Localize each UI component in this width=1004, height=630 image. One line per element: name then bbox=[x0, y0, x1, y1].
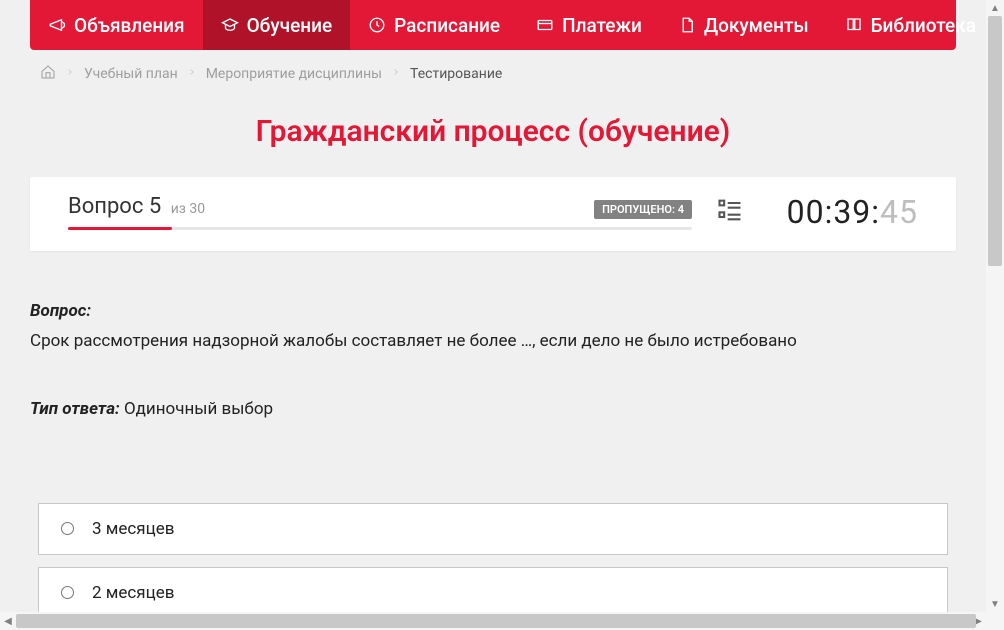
horizontal-scrollbar[interactable]: ◀ ▶ bbox=[0, 612, 1004, 630]
scroll-track[interactable] bbox=[16, 612, 970, 630]
answer-text: 2 месяцев bbox=[92, 583, 174, 603]
question-text: Срок рассмотрения надзорной жалобы соста… bbox=[30, 329, 956, 355]
vertical-scrollbar[interactable]: ▲ ▼ bbox=[986, 0, 1004, 612]
nav-label: Документы bbox=[704, 14, 809, 37]
breadcrumb-event[interactable]: Мероприятие дисциплины bbox=[206, 66, 382, 82]
question-body: Вопрос: Срок рассмотрения надзорной жало… bbox=[30, 251, 956, 449]
answer-text: 3 месяцев bbox=[92, 519, 174, 539]
scroll-corner bbox=[986, 612, 1004, 630]
progress-bar bbox=[68, 227, 692, 230]
book-icon bbox=[845, 16, 863, 34]
question-list-icon[interactable] bbox=[716, 196, 744, 228]
chevron-right-icon bbox=[392, 66, 400, 82]
nav-schedule[interactable]: Расписание bbox=[350, 0, 518, 50]
nav-label: Объявления bbox=[74, 14, 185, 37]
nav-documents[interactable]: Документы bbox=[660, 0, 827, 50]
question-progress: Вопрос 5 из 30 ПРОПУЩЕНО: 4 bbox=[68, 194, 692, 230]
nav-announcements[interactable]: Объявления bbox=[30, 0, 203, 50]
countdown-timer: 00:39:45 bbox=[768, 193, 918, 231]
megaphone-icon bbox=[48, 16, 66, 34]
nav-label: Расписание bbox=[394, 14, 500, 37]
clock-icon bbox=[368, 16, 386, 34]
breadcrumb-plan[interactable]: Учебный план bbox=[84, 66, 178, 82]
nav-education[interactable]: Обучение bbox=[203, 0, 351, 50]
answer-radio[interactable] bbox=[61, 522, 74, 535]
answer-option[interactable]: 2 месяцев bbox=[38, 567, 948, 613]
page-title: Гражданский процесс (обучение) bbox=[30, 96, 956, 177]
scroll-thumb[interactable] bbox=[16, 614, 976, 628]
home-icon[interactable] bbox=[40, 64, 56, 84]
progress-fill bbox=[68, 227, 172, 230]
skipped-badge: ПРОПУЩЕНО: 4 bbox=[594, 200, 692, 219]
question-label: Вопрос: bbox=[30, 301, 956, 321]
document-icon bbox=[678, 16, 696, 34]
answer-type: Тип ответа: Одиночный выбор bbox=[30, 399, 956, 419]
chevron-right-icon bbox=[188, 66, 196, 82]
answer-option[interactable]: 3 месяцев bbox=[38, 503, 948, 555]
scroll-left-arrow-icon[interactable]: ◀ bbox=[0, 613, 16, 629]
answer-radio[interactable] bbox=[61, 586, 74, 599]
payment-icon bbox=[536, 16, 554, 34]
graduation-icon bbox=[221, 16, 239, 34]
nav-label: Обучение bbox=[247, 14, 333, 37]
nav-library[interactable]: Библиотека bbox=[827, 0, 986, 50]
test-status-bar: Вопрос 5 из 30 ПРОПУЩЕНО: 4 00:39:45 bbox=[30, 177, 956, 251]
nav-label: Платежи bbox=[562, 14, 642, 37]
breadcrumb: Учебный план Мероприятие дисциплины Тест… bbox=[30, 50, 956, 96]
question-counter: Вопрос 5 из 30 bbox=[68, 194, 205, 219]
scroll-track[interactable] bbox=[986, 16, 1004, 596]
scroll-thumb[interactable] bbox=[988, 16, 1002, 266]
answer-list: 3 месяцев 2 месяцев 30 календарных дней bbox=[30, 449, 956, 613]
main-navbar: Объявления Обучение Расписание Платежи bbox=[30, 0, 956, 50]
scroll-down-arrow-icon[interactable]: ▼ bbox=[987, 596, 1003, 612]
nav-label: Библиотека bbox=[871, 14, 976, 37]
nav-payments[interactable]: Платежи bbox=[518, 0, 660, 50]
breadcrumb-current: Тестирование bbox=[410, 66, 502, 82]
chevron-right-icon bbox=[66, 66, 74, 82]
scroll-up-arrow-icon[interactable]: ▲ bbox=[987, 0, 1003, 16]
